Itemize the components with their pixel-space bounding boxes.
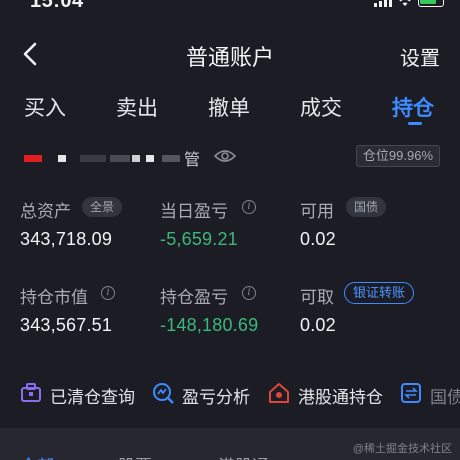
position-ratio-badge: 仓位99.96% xyxy=(355,145,440,167)
shortcut-label: 国债 xyxy=(430,388,460,407)
tab-buy[interactable]: 买入 xyxy=(24,92,66,122)
info-icon[interactable]: i xyxy=(242,200,256,214)
active-tab-indicator xyxy=(408,122,422,125)
tab-cancel[interactable]: 撤单 xyxy=(208,92,250,122)
overview-pill[interactable]: 全景 xyxy=(82,197,123,217)
watermark: @稀土掘金技术社区 xyxy=(352,443,452,455)
position-pnl-label: 持仓盈亏 xyxy=(160,288,228,307)
pnl-analysis-shortcut[interactable]: 盈亏分析 xyxy=(152,380,252,408)
status-time: 15:04 xyxy=(30,0,84,12)
settings-button[interactable]: 设置 xyxy=(400,42,440,71)
nav-bar: 普通账户 设置 xyxy=(0,30,460,78)
masked-account-id xyxy=(24,155,42,162)
market-value-value: 343,567.51 xyxy=(20,315,113,335)
masked-account-id xyxy=(58,155,66,162)
account-label: 管 xyxy=(184,152,201,169)
trade-tabs: 买入 卖出 撤单 成交 持仓 xyxy=(0,92,460,132)
battery-icon xyxy=(418,0,444,7)
tab-all-holdings[interactable]: 全部(6) xyxy=(20,452,75,460)
total-assets-label: 总资产 xyxy=(20,202,71,221)
status-bar: 15:04 xyxy=(0,0,460,14)
wifi-icon xyxy=(399,0,411,6)
available-label: 可用 xyxy=(300,202,334,221)
cleared-positions-shortcut[interactable]: 已清仓查询 xyxy=(20,380,146,408)
tab-deals[interactable]: 成交 xyxy=(300,92,342,122)
info-icon[interactable]: i xyxy=(101,286,115,300)
tab-hk-holdings[interactable]: 港股通(1) xyxy=(218,452,290,460)
shortcut-label: 港股通持仓 xyxy=(298,388,383,407)
treasury-pill[interactable]: 国债 xyxy=(346,197,387,217)
masked-account-id xyxy=(80,155,106,162)
tab-sell[interactable]: 卖出 xyxy=(116,92,158,122)
treasury-shortcut[interactable]: 国债 xyxy=(400,380,460,408)
tab-positions[interactable]: 持仓 xyxy=(392,92,434,122)
page-title: 普通账户 xyxy=(185,45,274,70)
available-value: 0.02 xyxy=(300,229,336,249)
hk-house-icon xyxy=(269,383,289,403)
eye-icon[interactable] xyxy=(214,147,236,165)
bank-transfer-button[interactable]: 银证转账 xyxy=(344,282,415,304)
position-pnl-value: -148,180.69 xyxy=(160,315,259,335)
status-icons xyxy=(374,0,444,7)
signal-icon xyxy=(374,0,392,7)
exchange-icon xyxy=(401,383,421,403)
briefcase-icon xyxy=(21,383,41,402)
info-icon[interactable]: i xyxy=(242,286,256,300)
hk-connect-positions-shortcut[interactable]: 港股通持仓 xyxy=(268,380,383,408)
chart-search-icon xyxy=(153,383,174,404)
shortcut-bar: 已清仓查询 盈亏分析 港股通持仓 国债 xyxy=(0,380,460,408)
masked-account-id xyxy=(132,155,140,162)
daily-pnl-label: 当日盈亏 xyxy=(160,202,228,221)
shortcut-label: 盈亏分析 xyxy=(182,388,250,407)
daily-pnl-value: -5,659.21 xyxy=(160,229,238,249)
holdings-tab-bar: 全部(6) 股票(5) 港股通(1) @稀土掘金技术社区 xyxy=(0,428,460,460)
total-assets-value: 343,718.09 xyxy=(20,229,113,249)
masked-account-id xyxy=(162,155,180,162)
account-row: 管 仓位99.96% xyxy=(0,143,460,171)
tab-stock-holdings[interactable]: 股票(5) xyxy=(118,452,173,460)
withdrawable-label: 可取 xyxy=(300,288,334,307)
masked-account-id xyxy=(146,155,154,162)
shortcut-label: 已清仓查询 xyxy=(50,388,135,407)
withdrawable-value: 0.02 xyxy=(300,315,336,335)
masked-account-id xyxy=(110,155,130,162)
market-value-label: 持仓市值 xyxy=(20,288,88,307)
